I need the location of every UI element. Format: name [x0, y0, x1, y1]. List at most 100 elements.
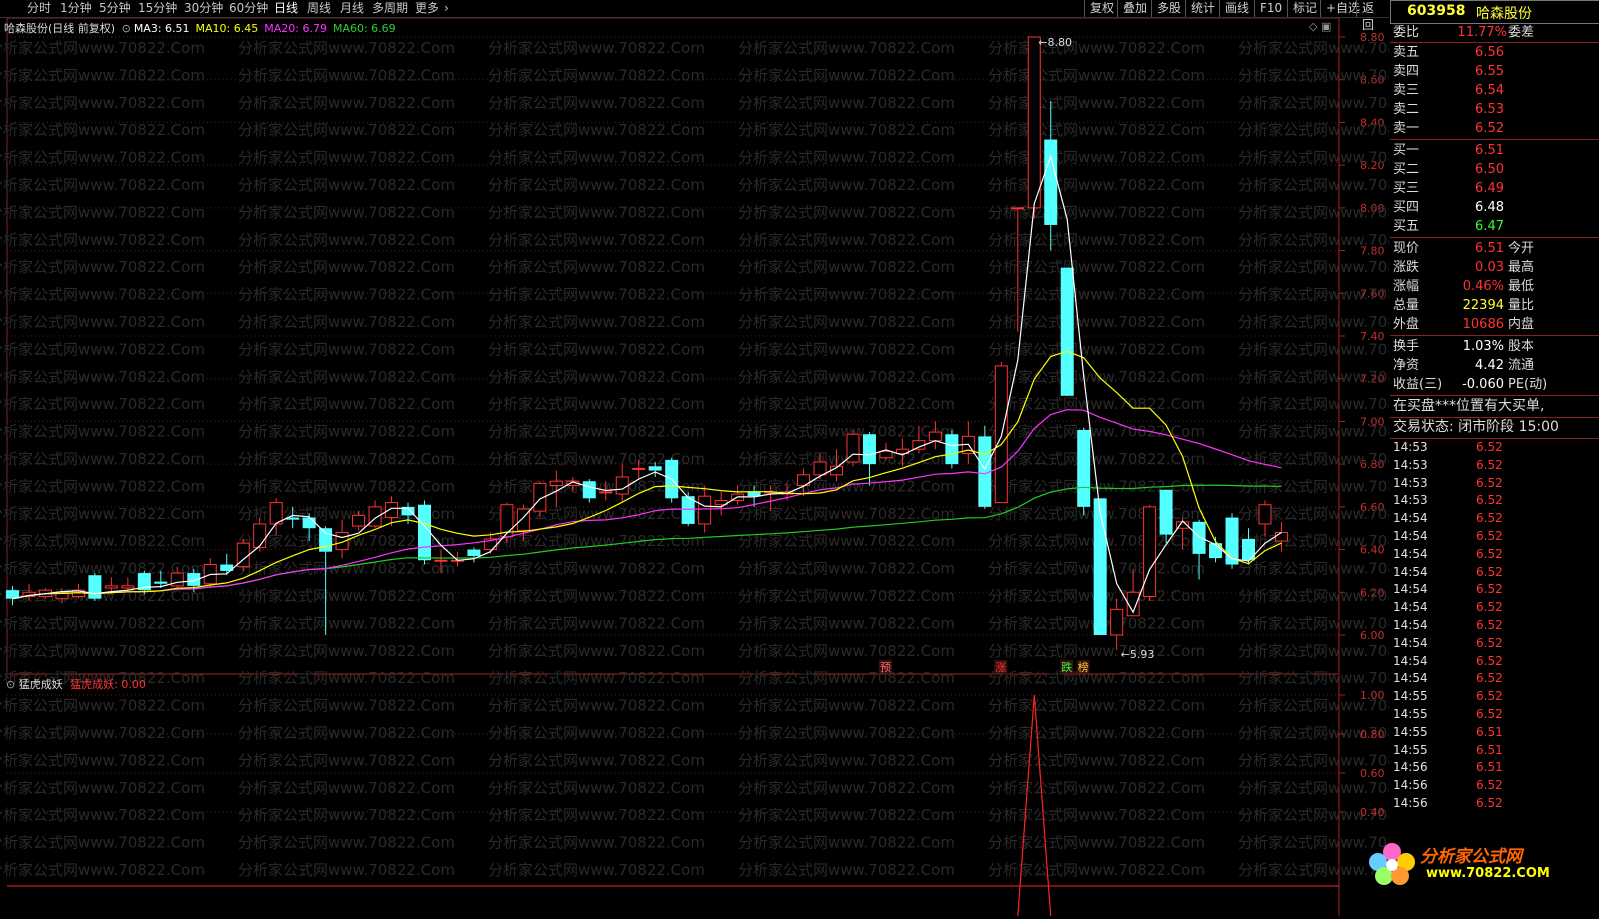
tick-price: 6.52 — [1476, 618, 1503, 632]
candle[interactable] — [978, 425, 992, 509]
toolbar-button[interactable]: 叠加 — [1117, 0, 1152, 17]
ma-toggle-icon[interactable]: ⊙ — [122, 22, 131, 35]
candle[interactable] — [1060, 267, 1074, 396]
stat-label-right: 内盘 — [1508, 317, 1535, 332]
watermark-text: 分析家公式网www.70822.Com — [238, 477, 455, 495]
stat-row: 换手 1.03% 股本 — [1390, 337, 1599, 356]
low-price-label: ←5.93 — [1121, 648, 1155, 661]
stat-label: 涨幅 — [1393, 279, 1420, 294]
toolbar-button[interactable]: 画线 — [1219, 0, 1254, 17]
bid-row: 买四 6.48 — [1390, 198, 1599, 216]
candle[interactable] — [665, 457, 679, 503]
period-tab[interactable]: 日线 — [274, 1, 298, 16]
watermark-text: 分析家公式网www.70822.Com — [988, 258, 1205, 276]
candle[interactable] — [418, 500, 431, 565]
watermark-text: 分析家公式网www.70822.Com — [0, 176, 205, 194]
notice-row: 在买盘***位置有大买单, — [1390, 397, 1599, 416]
watermark-text: 分析家公式网www.70822.Com — [0, 66, 205, 84]
period-tab[interactable]: 5分钟 — [99, 1, 131, 16]
candle[interactable] — [335, 519, 349, 559]
toolbar-button[interactable]: 复权 — [1084, 0, 1119, 17]
watermark-text: 分析家公式网www.70822.Com — [738, 368, 955, 386]
indicator-toggle-icon[interactable]: ⊙ — [6, 678, 15, 691]
bid-label: 买一 — [1393, 143, 1420, 158]
kline-chart[interactable]: 8.80 8.60 8.40 8.20 8.00 7.80 7.60 7.40 7.20 7.00… — [0, 17, 1455, 917]
chart-canvas[interactable]: 8.808.608.408.208.007.807.607.407.207.00… — [0, 17, 1455, 917]
toolbar-button[interactable]: 统计 — [1185, 0, 1220, 17]
candle[interactable] — [467, 547, 481, 563]
bid-row: 买三 6.49 — [1390, 179, 1599, 197]
tick-time: 14:54 — [1393, 600, 1428, 615]
watermark-text: 分析家公式网www.70822.Com — [238, 313, 455, 331]
stat-row: 净资 4.42 流通 — [1390, 356, 1599, 375]
candle[interactable] — [846, 429, 860, 467]
watermark-text: 分析家公式网www.70822.Com — [0, 94, 205, 112]
toolbar-button[interactable]: 多股 — [1151, 0, 1186, 17]
stat-label: 总量 — [1393, 298, 1420, 313]
watermark-text: 分析家公式网www.70822.Com — [488, 149, 705, 167]
watermark-text: 分析家公式网www.70822.Com — [488, 94, 705, 112]
candle[interactable] — [203, 558, 217, 589]
tick-price: 6.51 — [1476, 724, 1503, 739]
stat-row: 涨跌 0.03 最高 — [1390, 258, 1599, 277]
candle[interactable] — [1077, 427, 1091, 516]
watermark-text: 分析家公式网www.70822.Com — [488, 313, 705, 331]
period-tab[interactable]: 15分钟 — [138, 1, 177, 16]
toolbar-button[interactable]: 标记 — [1287, 0, 1322, 17]
watermark-text: 分析家公式网www.70822.Com — [1238, 94, 1389, 112]
candle[interactable] — [582, 479, 596, 503]
period-tab[interactable]: 更多 — [415, 1, 439, 16]
tick-time: 14:54 — [1393, 546, 1428, 561]
candle[interactable] — [1093, 498, 1107, 635]
period-tab[interactable]: 分时 — [27, 1, 51, 16]
stat-value: 6.51 — [1475, 241, 1504, 256]
toolbar-button[interactable]: 返回 — [1356, 0, 1389, 32]
period-tab[interactable]: 1分钟 — [60, 1, 92, 16]
watermark-text: 分析家公式网www.70822.Com — [738, 121, 955, 139]
panel-divider — [1390, 395, 1599, 396]
period-tab[interactable]: 月线 — [340, 1, 364, 16]
candle[interactable] — [945, 429, 959, 469]
ma-label: MA20: 6.79 — [264, 22, 327, 35]
watermark-text: 分析家公式网www.70822.Com — [1238, 423, 1389, 441]
chart-option-icons[interactable]: ◇ ▣ — [1309, 20, 1331, 33]
stat-value: 0.03 — [1475, 260, 1504, 275]
ask-row: 卖一 6.52 — [1390, 119, 1599, 137]
flower-logo-icon — [1369, 843, 1415, 885]
tick-time: 14:54 — [1393, 511, 1428, 526]
watermark-text: 分析家公式网www.70822.Com — [1238, 340, 1389, 358]
ask-price: 6.56 — [1475, 45, 1504, 60]
bid-label: 买五 — [1393, 219, 1420, 234]
watermark-text: 分析家公式网www.70822.Com — [1238, 560, 1389, 578]
more-chevron-icon[interactable]: › — [444, 1, 449, 16]
period-tab[interactable]: 60分钟 — [229, 1, 268, 16]
tick-row: 14:53 6.52 — [1390, 457, 1599, 474]
candle[interactable] — [236, 538, 250, 571]
watermark-text: 分析家公式网www.70822.Com — [738, 614, 955, 632]
stat-row: 外盘 10686 内盘 — [1390, 315, 1599, 334]
watermark-text: 分析家公式网www.70822.Com — [0, 39, 205, 57]
watermark-text: 分析家公式网www.70822.Com — [988, 697, 1205, 715]
candle[interactable] — [1143, 504, 1157, 601]
candle[interactable] — [220, 553, 234, 576]
weicha-label: 委差 — [1508, 25, 1535, 40]
period-tab[interactable]: 30分钟 — [184, 1, 223, 16]
tick-price: 6.52 — [1476, 796, 1503, 810]
candle[interactable] — [88, 573, 102, 601]
tick-time: 14:55 — [1393, 742, 1428, 757]
period-tab[interactable]: 周线 — [307, 1, 331, 16]
candle[interactable] — [615, 464, 629, 503]
toolbar-button[interactable]: F10 — [1254, 0, 1287, 17]
tick-row: 14:54 6.52 — [1390, 635, 1599, 652]
candle[interactable] — [1225, 513, 1239, 569]
watermark-text: 分析家公式网www.70822.Com — [0, 614, 205, 632]
candle[interactable] — [961, 421, 975, 465]
period-tab[interactable]: 多周期 — [372, 1, 408, 16]
tick-price: 6.52 — [1476, 671, 1503, 686]
watermark-text: 分析家公式网www.70822.Com — [488, 669, 705, 687]
watermark-text: 分析家公式网www.70822.Com — [1238, 121, 1389, 139]
candle[interactable] — [994, 361, 1008, 504]
tick-time: 14:54 — [1393, 618, 1428, 632]
watermark-text: 分析家公式网www.70822.Com — [0, 258, 205, 276]
stat-row: 收益(三) -0.060 PE(动) — [1390, 375, 1599, 394]
